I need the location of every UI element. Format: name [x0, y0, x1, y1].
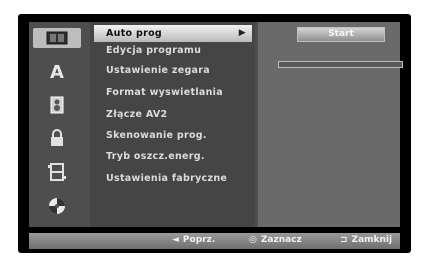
film-icon	[48, 163, 66, 181]
menu-item-label: Ustawienia fabryczne	[106, 173, 228, 184]
menu-item-edycja-programu[interactable]: Edycja programu	[94, 42, 252, 59]
settings-menu-list: Auto prog ▶ Edycja programu Ustawienie z…	[90, 22, 255, 227]
menu-item-zlacze-av2[interactable]: Złącze AV2	[94, 106, 252, 123]
left-arrow-icon: ◄	[172, 235, 179, 245]
language-icon-glyph: A	[50, 61, 64, 83]
disc-graphic	[49, 198, 65, 214]
menu-item-label: Auto prog	[106, 28, 163, 39]
menu-item-tryb-oszcz-energ[interactable]: Tryb oszcz.energ.	[94, 148, 252, 165]
help-bar: ◄ Poprz. ◎ Zaznacz ⊐ Zamknij	[29, 233, 400, 249]
disc-icon[interactable]	[33, 28, 81, 48]
language-icon[interactable]: A	[33, 61, 81, 83]
hint-select-label: Zaznacz	[260, 235, 302, 245]
submenu-arrow-icon: ▶	[238, 28, 246, 38]
hint-select: ◎ Zaznacz	[249, 235, 302, 245]
menu-item-auto-prog[interactable]: Auto prog ▶	[94, 25, 252, 42]
menu-item-format-wyswietlania[interactable]: Format wyswietlania	[94, 84, 252, 101]
audio-icon[interactable]	[33, 95, 81, 115]
category-icon-column: A	[29, 22, 87, 227]
return-icon: ⊐	[340, 235, 348, 245]
enter-icon: ◎	[249, 235, 257, 245]
menu-item-label: Tryb oszcz.energ.	[106, 151, 205, 162]
dvd-icon[interactable]	[33, 196, 81, 216]
hint-close-label: Zamknij	[351, 235, 393, 245]
speaker-icon	[50, 96, 64, 114]
disc-icon-graphic	[46, 31, 68, 45]
recording-icon[interactable]	[33, 162, 81, 182]
menu-item-label: Ustawienie zegara	[106, 65, 210, 76]
padlock-icon	[51, 129, 63, 146]
hint-close: ⊐ Zamknij	[340, 235, 392, 245]
menu-item-label: Format wyswietlania	[106, 87, 223, 98]
menu-item-ustawienie-zegara[interactable]: Ustawienie zegara	[94, 62, 252, 79]
menu-item-label: Złącze AV2	[106, 109, 168, 120]
option-panel	[258, 22, 400, 227]
hint-previous: ◄ Poprz.	[172, 235, 215, 245]
scan-progress-bar	[278, 61, 403, 68]
menu-item-ustawienia-fabryczne[interactable]: Ustawienia fabryczne	[94, 170, 252, 187]
start-button[interactable]: Start	[297, 27, 385, 42]
menu-item-label: Edycja programu	[106, 45, 202, 56]
lock-icon[interactable]	[33, 128, 81, 148]
hint-previous-label: Poprz.	[182, 235, 216, 245]
menu-item-skenowanie-prog[interactable]: Skenowanie prog.	[94, 127, 252, 144]
menu-item-label: Skenowanie prog.	[106, 130, 207, 141]
